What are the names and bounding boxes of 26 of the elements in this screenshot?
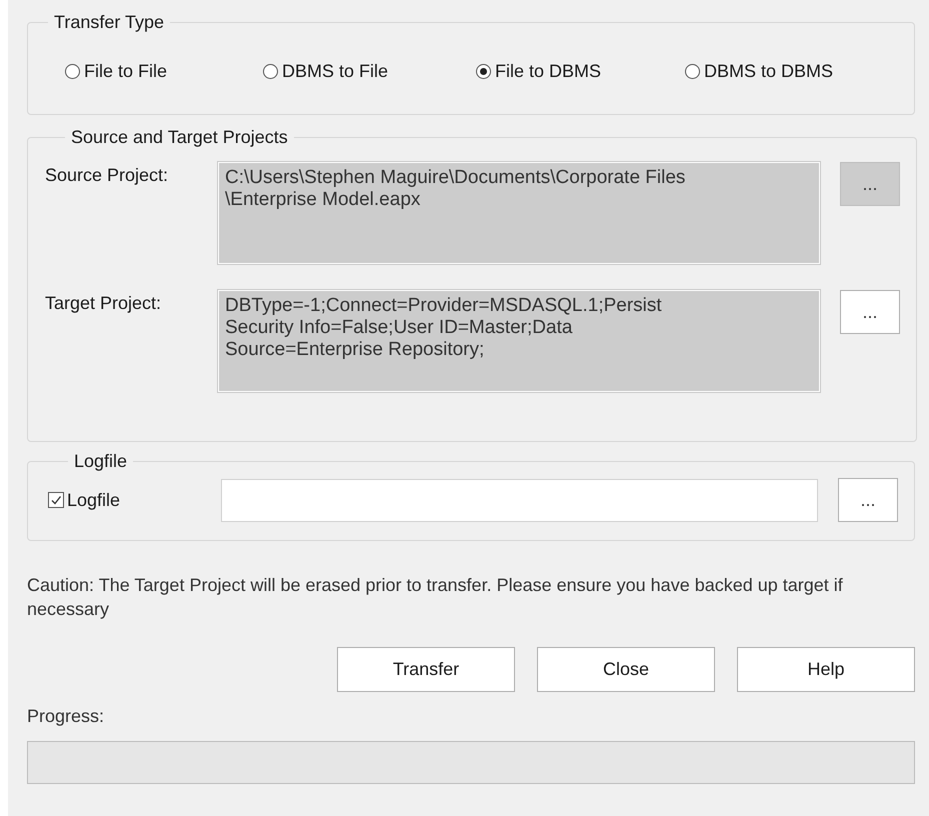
logfile-checkbox[interactable]: Logfile [48,490,221,510]
dialog-button[interactable]: Transfer [337,647,515,692]
group-title: Transfer Type [53,12,166,33]
input-field[interactable] [221,478,818,522]
radio-option[interactable]: DBMS to File [263,61,476,82]
radio-option[interactable]: File to DBMS [476,61,685,82]
radio-option[interactable]: DBMS to DBMS [685,61,834,82]
text-field[interactable]: DBType=-1;Connect=Provider=MSDASQL.1;Persist Security Info=False;User ID=Master;Data Source=Enterprise Repository; [218,290,820,392]
radio-button[interactable] [685,64,700,79]
text-field[interactable]: C:\Users\Stephen Maguire\Documents\Corporate Files \Enterprise Model.eapx [218,162,820,264]
group-title: Logfile [73,451,128,472]
caution-text: Caution: The Target Project will be erased prior to transfer. Please ensure you have backed up target if necessary [27,574,844,621]
progress-label: Progress: [27,706,106,727]
dialog-button[interactable]: Help [737,647,915,692]
dialog-button[interactable]: Close [537,647,715,692]
radio-button[interactable] [263,64,278,79]
check-icon [50,494,62,506]
browse-button[interactable]: ... [840,290,900,334]
field-label: Source Project: [45,164,170,186]
radio-button[interactable] [65,64,80,79]
radio-option[interactable]: File to File [65,61,263,82]
field-label: Target Project: [45,292,162,314]
browse-button[interactable]: ... [838,478,898,522]
checkbox[interactable] [48,492,64,508]
group-title: Source and Target Projects [70,127,289,148]
radio-button[interactable] [476,64,491,79]
